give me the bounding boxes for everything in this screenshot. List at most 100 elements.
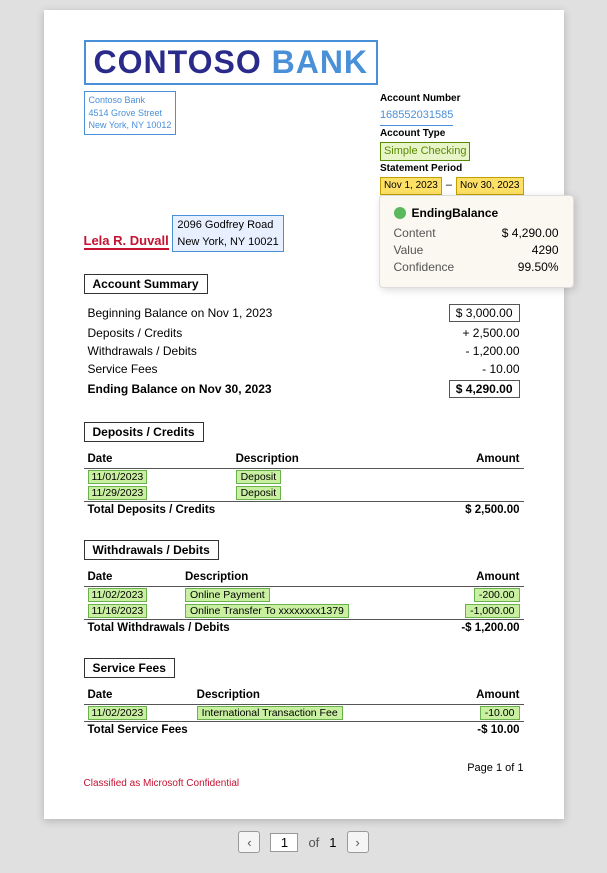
deposits-date-0: 11/01/2023 <box>84 469 232 486</box>
summary-amount-withdrawals: - 1,200.00 <box>396 342 524 360</box>
tooltip-dot <box>394 207 406 219</box>
bank-addr-line1: Contoso Bank <box>89 94 172 107</box>
bank-addr-line2: 4514 Grove Street <box>89 107 172 120</box>
summary-amount-deposits: + 2,500.00 <box>396 324 524 342</box>
fees-col-date: Date <box>84 686 193 705</box>
tooltip-content-row: Content $ 4,290.00 <box>394 226 559 240</box>
withdrawals-col-amount: Amount <box>428 568 523 587</box>
statement-period-label: Statement Period <box>380 161 524 177</box>
recipient-addr-line1: 2096 Godfrey Road <box>177 217 278 234</box>
bank-name-contoso: CONTOSO <box>94 44 262 80</box>
pagination-of: of <box>308 835 319 850</box>
deposits-total-row: Total Deposits / Credits $ 2,500.00 <box>84 502 524 519</box>
confidential-label: Classified as Microsoft Confidential <box>84 778 524 789</box>
withdrawals-col-desc: Description <box>181 568 428 587</box>
withdrawals-total-row: Total Withdrawals / Debits -$ 1,200.00 <box>84 620 524 637</box>
withdrawals-amount-0: -200.00 <box>428 587 523 604</box>
withdrawals-section: Withdrawals / Debits Date Description Am… <box>84 540 524 636</box>
fees-amount-0: -10.00 <box>441 705 524 722</box>
deposits-total-label: Total Deposits / Credits <box>84 502 388 519</box>
fees-total-label: Total Service Fees <box>84 722 441 739</box>
period-end: Nov 30, 2023 <box>456 177 524 195</box>
tooltip-confidence-label: Confidence <box>394 260 455 274</box>
tooltip-confidence-row: Confidence 99.50% <box>394 260 559 274</box>
page-number: Page 1 of 1 <box>84 762 524 774</box>
summary-label-beginning: Beginning Balance on Nov 1, 2023 <box>84 302 396 324</box>
next-page-button[interactable]: › <box>347 831 369 853</box>
withdrawals-col-date: Date <box>84 568 182 587</box>
tooltip-content-value: $ 4,290.00 <box>502 226 559 240</box>
withdrawals-date-0: 11/02/2023 <box>84 587 182 604</box>
bank-name-box: CONTOSO BANK <box>84 40 379 85</box>
service-fees-section: Service Fees Date Description Amount 11/… <box>84 658 524 738</box>
prev-page-button[interactable]: ‹ <box>238 831 260 853</box>
withdrawals-desc-0: Online Payment <box>181 587 428 604</box>
tooltip-value-label: Value <box>394 243 424 257</box>
summary-amount-fees: - 10.00 <box>396 360 524 378</box>
deposits-total-amount: $ 2,500.00 <box>387 502 523 519</box>
page-input[interactable] <box>270 833 298 852</box>
withdrawals-row-0: 11/02/2023 Online Payment -200.00 <box>84 587 524 604</box>
prev-arrow-icon: ‹ <box>247 835 251 850</box>
pagination-nav: ‹ of 1 › <box>238 831 368 853</box>
deposits-date-1: 11/29/2023 <box>84 485 232 502</box>
summary-table: Beginning Balance on Nov 1, 2023 $ 3,000… <box>84 302 524 400</box>
fees-date-0: 11/02/2023 <box>84 705 193 722</box>
withdrawals-header-row: Date Description Amount <box>84 568 524 587</box>
fees-header-row: Date Description Amount <box>84 686 524 705</box>
service-fees-table: Date Description Amount 11/02/2023 Inter… <box>84 686 524 738</box>
next-arrow-icon: › <box>355 835 359 850</box>
deposits-amount-0 <box>387 469 523 486</box>
account-summary-section: Account Summary Beginning Balance on Nov… <box>84 274 524 400</box>
tooltip-content-label: Content <box>394 226 436 240</box>
tooltip-title: EndingBalance <box>394 206 559 220</box>
recipient-name: Lela R. Duvall <box>84 233 169 250</box>
summary-label-ending: Ending Balance on Nov 30, 2023 <box>84 378 396 400</box>
withdrawals-title: Withdrawals / Debits <box>84 540 219 560</box>
deposits-header-row: Date Description Amount <box>84 450 524 469</box>
period-row: Nov 1, 2023 – Nov 30, 2023 <box>380 177 524 195</box>
account-type-label: Account Type <box>380 126 524 142</box>
fees-col-desc: Description <box>193 686 441 705</box>
service-fees-title: Service Fees <box>84 658 175 678</box>
summary-amount-beginning: $ 3,000.00 <box>396 302 524 324</box>
withdrawals-total-label: Total Withdrawals / Debits <box>84 620 429 637</box>
recipient-address: 2096 Godfrey Road New York, NY 10021 <box>172 215 283 252</box>
summary-amount-ending: $ 4,290.00 <box>396 378 524 400</box>
summary-row-deposits: Deposits / Credits + 2,500.00 <box>84 324 524 342</box>
account-number-label: Account Number <box>380 91 524 107</box>
deposits-desc-0: Deposit <box>232 469 388 486</box>
deposits-table: Date Description Amount 11/01/2023 Depos… <box>84 450 524 518</box>
deposits-amount-1 <box>387 485 523 502</box>
summary-row-withdrawals: Withdrawals / Debits - 1,200.00 <box>84 342 524 360</box>
period-start: Nov 1, 2023 <box>380 177 442 195</box>
period-dash: – <box>446 177 452 195</box>
tooltip-value-value: 4290 <box>532 243 559 257</box>
fees-total-row: Total Service Fees -$ 10.00 <box>84 722 524 739</box>
account-type-value: Simple Checking <box>380 142 471 162</box>
summary-row-beginning: Beginning Balance on Nov 1, 2023 $ 3,000… <box>84 302 524 324</box>
fees-row-0: 11/02/2023 International Transaction Fee… <box>84 705 524 722</box>
page-footer: Page 1 of 1 Classified as Microsoft Conf… <box>84 762 524 789</box>
deposits-title: Deposits / Credits <box>84 422 204 442</box>
fees-total-amount: -$ 10.00 <box>441 722 524 739</box>
account-info: Account Number 168552031585 Account Type… <box>380 91 524 195</box>
fees-desc-0: International Transaction Fee <box>193 705 441 722</box>
header-row: Contoso Bank 4514 Grove Street New York,… <box>84 91 524 195</box>
fees-col-amount: Amount <box>441 686 524 705</box>
recipient-addr-line2: New York, NY 10021 <box>177 234 278 251</box>
account-summary-title: Account Summary <box>84 274 208 294</box>
tooltip-confidence-value: 99.50% <box>518 260 559 274</box>
summary-label-withdrawals: Withdrawals / Debits <box>84 342 396 360</box>
bank-logo: CONTOSO BANK <box>84 40 524 85</box>
bank-name-bank: BANK <box>272 44 368 80</box>
pagination-total: 1 <box>329 835 336 850</box>
deposits-desc-1: Deposit <box>232 485 388 502</box>
deposits-col-date: Date <box>84 450 232 469</box>
deposits-col-amount: Amount <box>387 450 523 469</box>
bank-addr-line3: New York, NY 10012 <box>89 119 172 132</box>
summary-row-fees: Service Fees - 10.00 <box>84 360 524 378</box>
withdrawals-amount-1: -1,000.00 <box>428 603 523 620</box>
deposits-row-0: 11/01/2023 Deposit <box>84 469 524 486</box>
tooltip-value-row: Value 4290 <box>394 243 559 257</box>
